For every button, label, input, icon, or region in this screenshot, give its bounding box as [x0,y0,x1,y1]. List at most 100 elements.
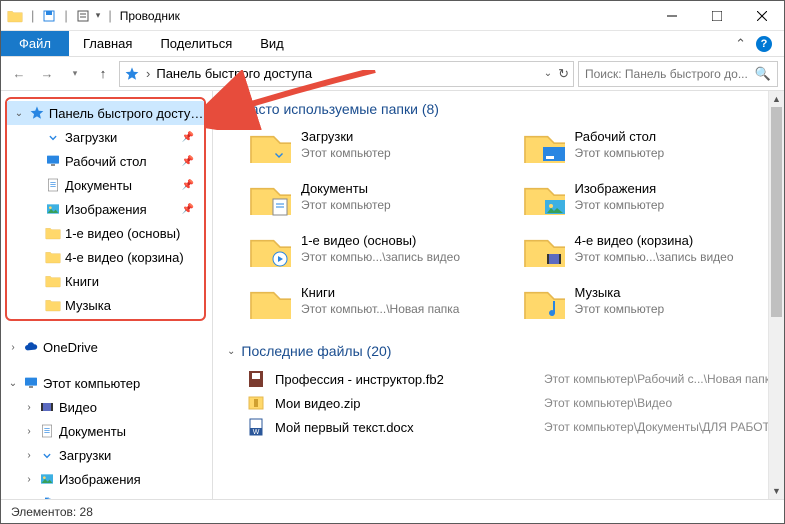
sidebar-item-label: Документы [59,424,126,439]
video-icon [39,399,55,415]
cloud-icon [23,339,39,355]
folder-path: Этот компьютер [575,302,665,317]
refresh-icon[interactable]: ↻ [558,66,569,82]
sidebar-item[interactable]: Музыка [7,293,204,317]
file-icon [247,370,265,388]
save-icon[interactable] [42,9,56,23]
address-dropdown-icon[interactable]: ⌄ [544,68,552,79]
file-row[interactable]: WМой первый текст.docxЭтот компьютер\Док… [247,415,784,439]
explorer-window: | | ▾ | Проводник Файл Главная Поделитьс… [0,0,785,524]
folder-name: Изображения [575,181,665,197]
scroll-up-icon[interactable]: ▲ [769,91,784,107]
folder-icon [521,229,565,269]
properties-icon[interactable] [76,9,90,23]
folder-icon [45,225,61,241]
monitor-icon [23,375,39,391]
titlebar: | | ▾ | Проводник [1,1,784,31]
folder-icon [7,8,23,24]
navigation-pane[interactable]: ⌄ Панель быстрого доступа Загрузки📌Рабоч… [1,91,213,499]
address-text: Панель быстрого доступа [156,66,312,81]
folder-icon [247,177,291,217]
sidebar-item[interactable]: Загрузки📌 [7,125,204,149]
sidebar-item[interactable]: Книги [7,269,204,293]
ribbon-expand-icon[interactable]: ⌃ [735,36,746,52]
folder-icon [247,281,291,321]
star-icon [29,105,45,121]
search-input[interactable] [585,67,749,81]
sidebar-item-label: 1-е видео (основы) [65,226,180,241]
folder-path: Этот компьют...\Новая папка [301,302,459,317]
section-frequent-title: Часто используемые папки (8) [241,101,439,117]
help-icon[interactable]: ? [756,36,772,52]
folder-path: Этот компьютер [301,198,391,213]
folder-icon [247,229,291,269]
content-pane[interactable]: ▲ ▼ ⌄ Часто используемые папки (8) Загру… [213,91,784,499]
annotation-highlight: ⌄ Панель быстрого доступа Загрузки📌Рабоч… [5,97,206,321]
ribbon-tab-share[interactable]: Поделиться [146,31,246,56]
chevron-down-icon: ⌄ [227,346,235,357]
sidebar-item[interactable]: 1-е видео (основы) [7,221,204,245]
folder-item[interactable]: ДокументыЭтот компьютер [247,177,511,217]
sidebar-item[interactable]: ›Видео [1,395,212,419]
document-icon [39,423,55,439]
sidebar-item[interactable]: Рабочий стол📌 [7,149,204,173]
nav-back-button[interactable]: ← [7,62,31,86]
sidebar-item[interactable]: 4-е видео (корзина) [7,245,204,269]
close-button[interactable] [739,1,784,31]
folder-icon [521,281,565,321]
pin-icon: 📌 [182,156,194,167]
pin-icon: 📌 [182,132,194,143]
star-icon [124,66,140,82]
file-row[interactable]: Мои видео.zipЭтот компьютер\Видео [247,391,784,415]
folder-icon [521,177,565,217]
folder-item[interactable]: МузыкаЭтот компьютер [521,281,785,321]
scroll-thumb[interactable] [771,107,782,317]
section-recent[interactable]: ⌄ Последние файлы (20) [227,339,784,367]
folder-name: 4-е видео (корзина) [575,233,734,249]
search-box[interactable]: 🔍 [578,61,778,87]
file-icon: W [247,418,265,436]
sidebar-item[interactable]: Документы 📌 [7,173,204,197]
tree-quick-access[interactable]: ⌄ Панель быстрого доступа [7,101,204,125]
sidebar-item-label: Изображения [59,472,141,487]
sidebar-item-label: Загрузки [59,448,111,463]
minimize-button[interactable] [649,1,694,31]
folder-item[interactable]: ЗагрузкиЭтот компьютер [247,125,511,165]
maximize-button[interactable] [694,1,739,31]
sidebar-item[interactable]: ›Загрузки [1,443,212,467]
folder-item[interactable]: 1-е видео (основы)Этот компью...\запись … [247,229,511,269]
nav-history-button[interactable]: ▾ [63,62,87,86]
search-icon[interactable]: 🔍 [755,66,771,82]
folder-item[interactable]: ИзображенияЭтот компьютер [521,177,785,217]
folder-path: Этот компьютер [575,146,665,161]
folder-item[interactable]: Рабочий столЭтот компьютер [521,125,785,165]
nav-forward-button[interactable]: → [35,62,59,86]
folder-icon [45,273,61,289]
file-path: Этот компьютер\Документы\ДЛЯ РАБОТЫ [544,420,784,434]
tree-this-pc[interactable]: ⌄ Этот компьютер [1,371,212,395]
sidebar-item[interactable]: Изображения📌 [7,197,204,221]
tree-onedrive[interactable]: › OneDrive [1,335,212,359]
scroll-down-icon[interactable]: ▼ [769,483,784,499]
folder-item[interactable]: 4-е видео (корзина)Этот компью...\запись… [521,229,785,269]
file-row[interactable]: Профессия - инструктор.fb2Этот компьютер… [247,367,784,391]
sidebar-item-label: Документы [65,178,132,193]
folder-item[interactable]: КнигиЭтот компьют...\Новая папка [247,281,511,321]
navbar: ← → ▾ ↑ › Панель быстрого доступа ⌄ ↻ 🔍 [1,57,784,91]
scrollbar[interactable]: ▲ ▼ [768,91,784,499]
address-bar[interactable]: › Панель быстрого доступа ⌄ ↻ [119,61,574,87]
section-frequent[interactable]: ⌄ Часто используемые папки (8) [227,97,784,125]
window-title: Проводник [120,9,180,23]
sidebar-item[interactable]: ›Документы [1,419,212,443]
ribbon-tab-home[interactable]: Главная [69,31,146,56]
sidebar-item[interactable]: ›Музыка [1,491,212,499]
folder-name: 1-е видео (основы) [301,233,460,249]
nav-up-button[interactable]: ↑ [91,62,115,86]
pin-icon: 📌 [182,180,194,191]
document-icon [45,177,61,193]
ribbon-tab-file[interactable]: Файл [1,31,69,56]
ribbon-tab-view[interactable]: Вид [246,31,298,56]
status-bar: Элементов: 28 [1,499,784,523]
sidebar-item[interactable]: ›Изображения [1,467,212,491]
chevron-down-icon: ⌄ [227,104,235,115]
